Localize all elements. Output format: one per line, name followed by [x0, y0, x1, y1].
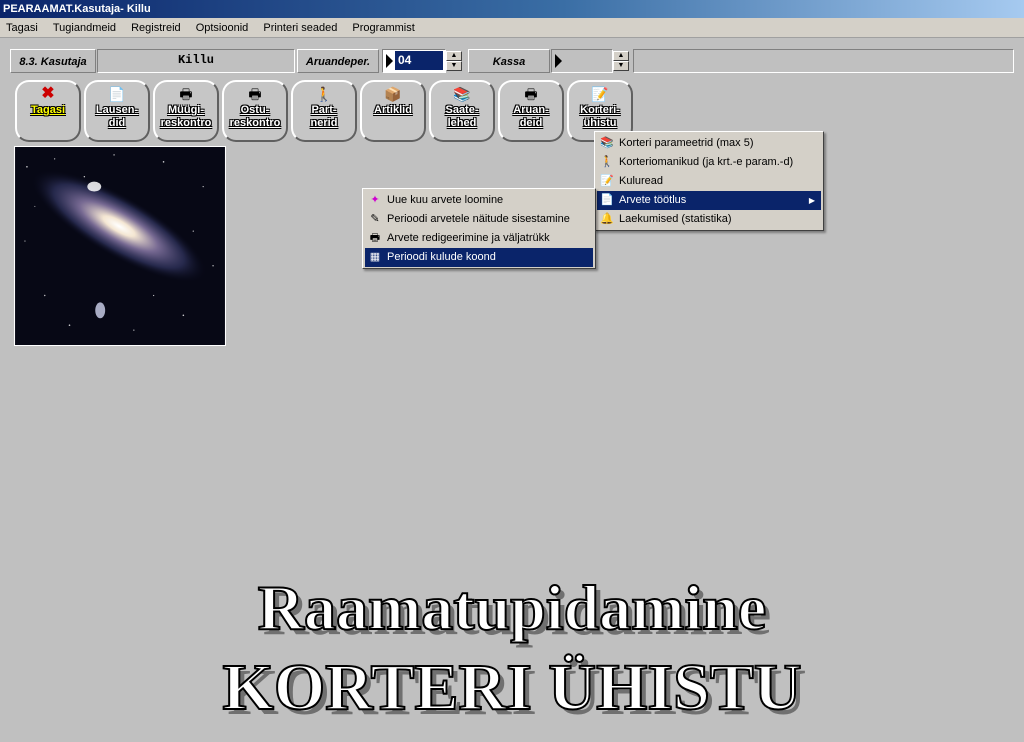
printer-icon: 🖶 — [524, 86, 538, 102]
period-field[interactable]: 04 — [382, 49, 446, 73]
kassa-label: Kassa — [468, 49, 550, 73]
printer-icon: 🖶 — [179, 86, 193, 102]
osturskontro-button-label: Ostu- reskontro — [229, 104, 281, 129]
info-field — [633, 49, 1014, 73]
menu-item-label: Perioodi kulude koond — [387, 251, 496, 263]
submenu-arrow-icon: ▶ — [808, 196, 815, 205]
banner-title: Raamatupidamine — [257, 571, 768, 644]
printer-icon: 🖶 — [369, 232, 381, 244]
pencil-icon: ✎ — [370, 213, 380, 225]
menu-tagasi[interactable]: Tagasi — [0, 18, 44, 38]
user-label: 8.3. Kasutaja — [10, 49, 96, 73]
close-x-icon: ✖ — [41, 85, 55, 102]
menu-item-label: Perioodi arvetele näitude sisestamine — [387, 213, 570, 225]
menu-item-label: Arvete redigeerimine ja väljatrükk — [387, 232, 550, 244]
calculator-icon: ▦ — [369, 251, 381, 263]
menu-programmist[interactable]: Programmist — [346, 18, 420, 38]
books-icon: 📚 — [453, 86, 471, 102]
spin-down-icon[interactable]: ▼ — [613, 61, 629, 71]
books-icon: 📚 — [600, 137, 614, 149]
saatelehed-button-label: Saate- lehed — [445, 104, 479, 129]
tagasi-button[interactable]: ✖ Tagasi — [15, 80, 81, 142]
period-value: 04 — [395, 51, 443, 70]
menu-item-label: Arvete töötlus — [619, 194, 687, 206]
menu-item-korteri-parameetrid[interactable]: 📚 Korteri parameetrid (max 5) — [597, 134, 821, 153]
person-icon: 🚶 — [315, 86, 333, 102]
tagasi-button-label: Tagasi — [30, 104, 66, 116]
menu-item-arvete-tootlus[interactable]: 📄 Arvete töötlus ▶ — [597, 191, 821, 210]
menu-item-perioodi-kulude-koond[interactable]: ▦ Perioodi kulude koond — [365, 248, 593, 267]
menu-item-uue-kuu-arvete-loomine[interactable]: ✦ Uue kuu arvete loomine — [365, 191, 593, 210]
person-icon: 🚶 — [600, 156, 614, 168]
record-pointer-icon — [555, 54, 562, 68]
saatelehed-button[interactable]: 📚 Saate- lehed — [429, 80, 495, 142]
notepad-icon: 📝 — [591, 86, 609, 102]
menubar: Tagasi Tugiandmeid Registreid Optsioonid… — [0, 18, 1024, 38]
menu-item-arvete-redigeerimine[interactable]: 🖶 Arvete redigeerimine ja väljatrükk — [365, 229, 593, 248]
menu-registreid[interactable]: Registreid — [125, 18, 187, 38]
aruandeid-button[interactable]: 🖶 Aruan- deid — [498, 80, 564, 142]
partnerid-button[interactable]: 🚶 Part- nerid — [291, 80, 357, 142]
menu-item-korteriomanikud[interactable]: 🚶 Korteriomanikud (ja krt.-e param.-d) — [597, 153, 821, 172]
menu-item-laekumised[interactable]: 🔔 Laekumised (statistika) — [597, 210, 821, 229]
spin-up-icon[interactable]: ▲ — [613, 51, 629, 61]
lausendid-button-label: Lausen- did — [95, 104, 139, 129]
menu-optsioonid[interactable]: Optsioonid — [190, 18, 255, 38]
kassa-spinner[interactable]: ▲ ▼ — [613, 51, 629, 71]
osturskontro-button[interactable]: 🖶 Ostu- reskontro — [222, 80, 288, 142]
document-icon: 📄 — [600, 194, 614, 206]
aruandeid-button-label: Aruan- deid — [513, 104, 549, 129]
period-spinner[interactable]: ▲ ▼ — [446, 51, 462, 71]
korteriyhistu-button-label: Korteri- ühistu — [580, 104, 620, 129]
spin-down-icon[interactable]: ▼ — [446, 61, 462, 71]
period-label: Aruandeper. — [297, 49, 379, 73]
artiklid-button-label: Artiklid — [374, 104, 412, 116]
record-pointer-icon — [386, 54, 393, 68]
sparkle-icon: ✦ — [370, 194, 380, 206]
lausendid-button[interactable]: 📄 Lausen- did — [84, 80, 150, 142]
menu-item-label: Korteri parameetrid (max 5) — [619, 137, 754, 149]
artiklid-button[interactable]: 📦 Artiklid — [360, 80, 426, 142]
banner-subtitle: KORTERI ÜHISTU — [222, 650, 803, 725]
galaxy-image — [14, 146, 226, 346]
spin-up-icon[interactable]: ▲ — [446, 51, 462, 61]
menu-item-label: Laekumised (statistika) — [619, 213, 732, 225]
window-title: PEARAAMAT.Kasutaja- Killu — [0, 0, 1024, 18]
menu-printeri-seaded[interactable]: Printeri seaded — [257, 18, 343, 38]
printer-icon: 🖶 — [248, 86, 262, 102]
bell-icon: 🔔 — [600, 213, 614, 225]
documents-icon: 📄 — [108, 86, 126, 102]
arvete-submenu: ✦ Uue kuu arvete loomine ✎ Perioodi arvete… — [362, 188, 596, 269]
partnerid-button-label: Part- nerid — [310, 104, 338, 129]
notepad-icon: 📝 — [600, 175, 614, 187]
menu-item-kuluread[interactable]: 📝 Kuluread — [597, 172, 821, 191]
menu-item-label: Uue kuu arvete loomine — [387, 194, 504, 206]
korteri-menu: 📚 Korteri parameetrid (max 5) 🚶 Korterioma… — [594, 131, 824, 231]
menu-tugiandmeid[interactable]: Tugiandmeid — [47, 18, 122, 38]
myygireskontro-button-label: Müügi- reskontro — [160, 104, 212, 129]
menu-item-label: Kuluread — [619, 175, 664, 187]
user-field: Killu — [97, 49, 295, 73]
kassa-field[interactable] — [551, 49, 613, 73]
myygireskontro-button[interactable]: 🖶 Müügi- reskontro — [153, 80, 219, 142]
package-icon: 📦 — [384, 86, 402, 102]
menu-item-naitude-sisestamine[interactable]: ✎ Perioodi arvetele näitude sisestamine — [365, 210, 593, 229]
menu-item-label: Korteriomanikud (ja krt.-e param.-d) — [619, 156, 794, 168]
